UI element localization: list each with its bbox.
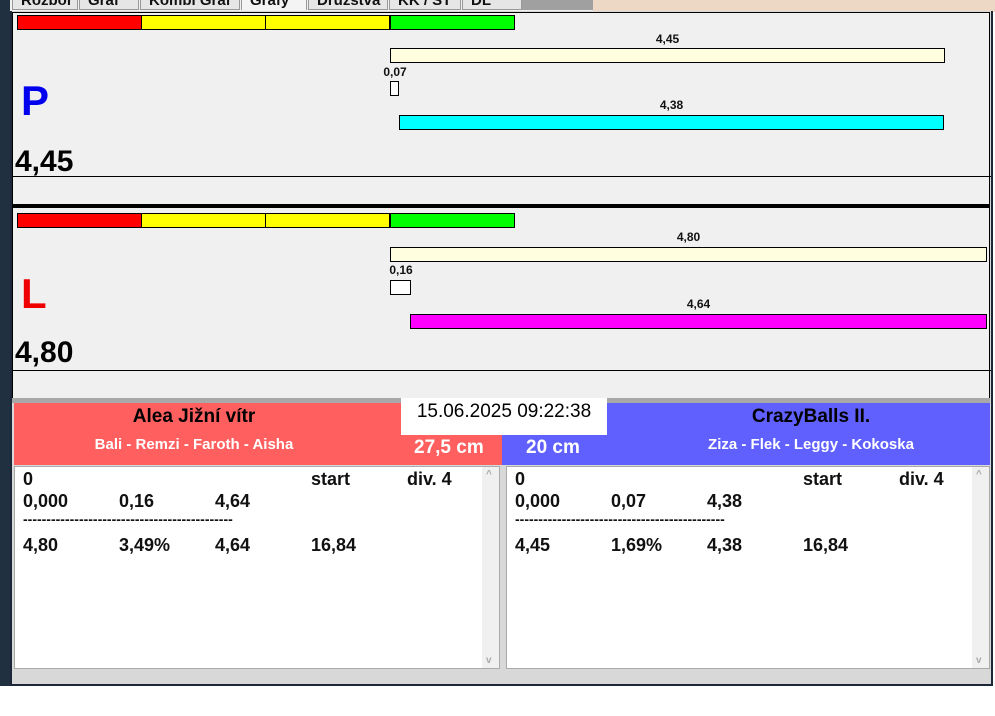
scale-yellow-2: [265, 213, 390, 228]
scale-green: [390, 213, 515, 228]
lane-letter: L: [21, 270, 47, 317]
divider: [13, 176, 991, 177]
tab-druzstva[interactable]: Družstva: [308, 0, 388, 10]
lane-letter: P: [21, 77, 50, 124]
team-right-players: Ziza - Flek - Leggy - Kokoska: [708, 436, 914, 453]
scale-red: [17, 15, 142, 30]
bar-small: [390, 280, 411, 295]
scroll-down-icon[interactable]: v: [976, 655, 982, 666]
scroll-down-icon[interactable]: v: [486, 655, 492, 666]
tab-graf[interactable]: Graf: [79, 0, 139, 10]
tab-dl[interactable]: DL: [462, 0, 522, 10]
bar-top-label: 4,45: [655, 32, 680, 46]
team-right-distance: 20 cm: [526, 437, 580, 458]
bar-small-label: 0,07: [383, 65, 407, 79]
scroll-up-icon[interactable]: ^: [486, 469, 492, 480]
scrollbar[interactable]: ^ v: [482, 467, 499, 668]
lane-p-panel: 4,45 0,07 4,38 P 4,45: [12, 12, 991, 205]
tab-kk-st[interactable]: KK / ST: [389, 0, 461, 10]
bar-bottom-label: 4,64: [686, 297, 711, 311]
bar-bottom: [399, 115, 944, 130]
team-left-players: Bali - Remzi - Faroth - Aisha: [94, 436, 294, 453]
team-left-log[interactable]: 0 start div. 4 0,000 0,16 4,64 -------------…: [14, 466, 500, 669]
scroll-up-icon[interactable]: ^: [976, 469, 982, 480]
lane-total: 4,80: [15, 336, 74, 369]
tab-rozbor[interactable]: Rozbor: [12, 0, 78, 10]
scale-red: [17, 213, 142, 228]
scale-green: [390, 15, 515, 30]
bar-top: [390, 247, 987, 262]
scale-yellow-1: [141, 213, 266, 228]
tab-kombi-graf[interactable]: Kombi Graf: [140, 0, 240, 10]
lane-total: 4,45: [15, 145, 74, 178]
divider: [13, 370, 991, 371]
team-right-log[interactable]: 0 start div. 4 0,000 0,07 4,38 -------------…: [506, 466, 990, 669]
bar-small: [390, 81, 399, 96]
left-edge: [0, 0, 10, 686]
team-left-distance: 27,5 cm: [414, 437, 484, 458]
bar-bottom: [410, 314, 987, 329]
team-right-name: CrazyBalls II.: [751, 406, 871, 427]
bar-bottom-label: 4,38: [659, 98, 684, 112]
tab-strip-filler: [522, 0, 594, 10]
scale-yellow-2: [265, 15, 390, 30]
team-left-name: Alea Jižní vítr: [132, 406, 256, 427]
scale-yellow-1: [141, 15, 266, 30]
bar-top-label: 4,80: [676, 230, 701, 244]
bar-top: [390, 48, 945, 63]
scrollbar[interactable]: ^ v: [972, 467, 989, 668]
datetime: 15.06.2025 09:22:38: [401, 398, 607, 435]
tab-grafy[interactable]: Grafy: [241, 0, 307, 10]
bar-small-label: 0,16: [389, 263, 413, 277]
lane-l-panel: 4,80 0,16 4,64 L 4,80: [12, 208, 991, 398]
